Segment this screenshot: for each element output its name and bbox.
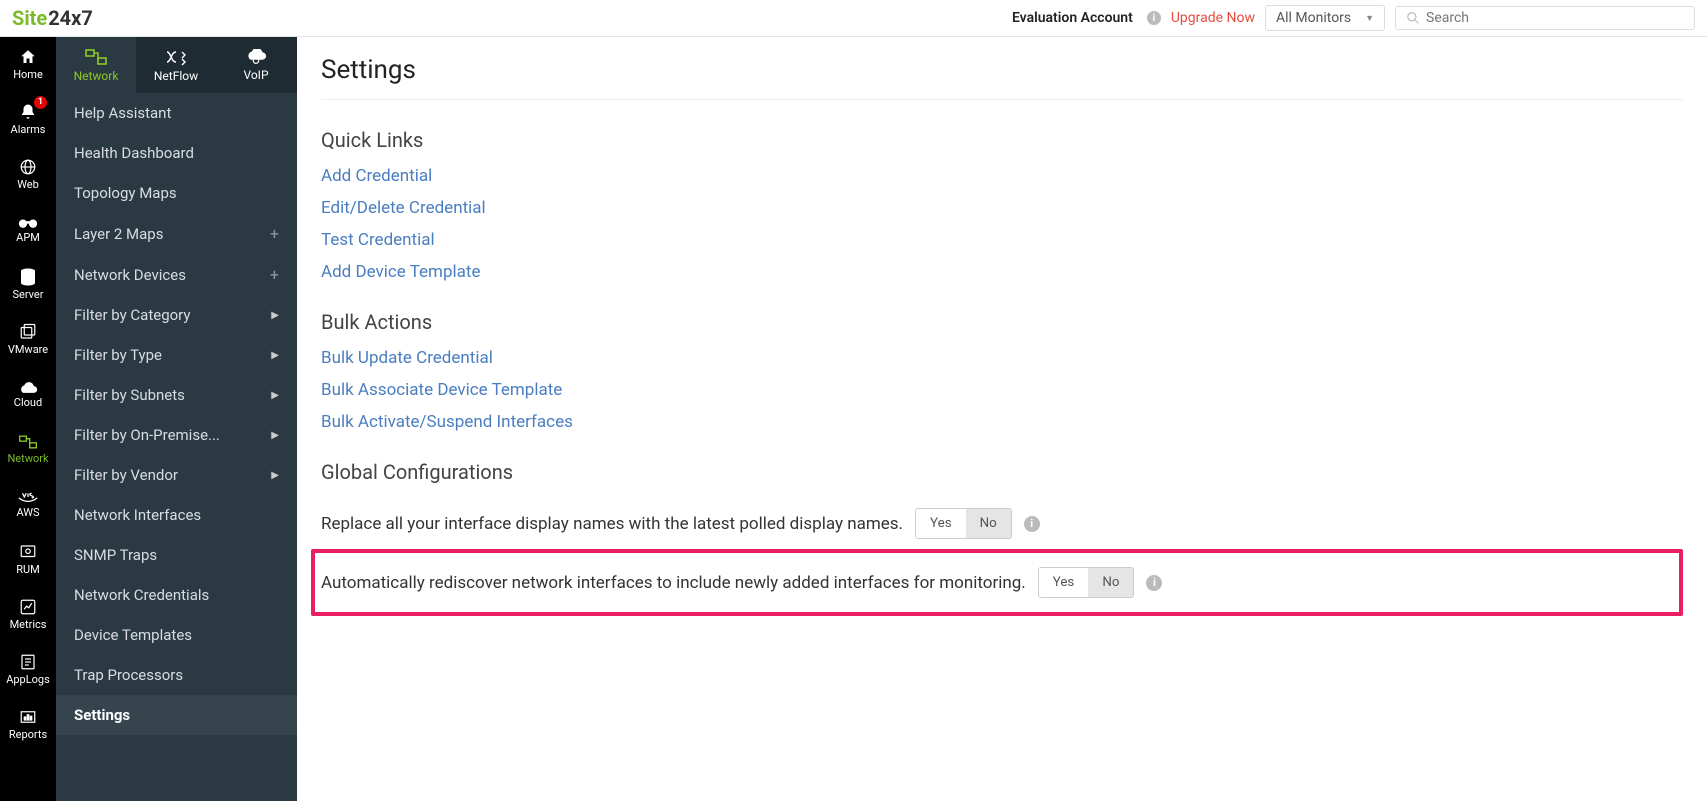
monitor-select[interactable]: All Monitors [1265, 5, 1385, 31]
quick-links-title: Quick Links [321, 128, 1683, 152]
search-box[interactable] [1395, 6, 1695, 30]
toggle-no[interactable]: No [1088, 568, 1133, 597]
toggle-yes[interactable]: Yes [916, 509, 966, 538]
side-list: Help Assistant Health Dashboard Topology… [56, 93, 297, 801]
sidebar-network-credentials[interactable]: Network Credentials [56, 575, 297, 615]
voip-tab-icon [245, 49, 267, 65]
plus-icon[interactable]: + [270, 265, 279, 284]
chevron-right-icon: ▶ [271, 470, 279, 481]
rail-rum[interactable]: RUM [0, 532, 56, 587]
bulk-actions-title: Bulk Actions [321, 310, 1683, 334]
sidebar-network-devices[interactable]: Network Devices+ [56, 254, 297, 295]
left-rail: Home 1 Alarms Web APM Server VMware Clou… [0, 37, 56, 801]
toggle-no[interactable]: No [966, 509, 1011, 538]
binoculars-icon [18, 215, 38, 229]
chevron-right-icon: ▶ [271, 350, 279, 361]
applogs-icon [19, 653, 37, 671]
logo[interactable]: Site 24x7 [12, 6, 93, 30]
chevron-right-icon: ▶ [271, 390, 279, 401]
evaluation-account-label: Evaluation Account [1012, 10, 1133, 26]
rail-web[interactable]: Web [0, 147, 56, 202]
sidebar-trap-processors[interactable]: Trap Processors [56, 655, 297, 695]
chevron-right-icon: ▶ [271, 310, 279, 321]
rail-network[interactable]: Network [0, 422, 56, 477]
link-add-credential[interactable]: Add Credential [321, 166, 1683, 186]
rail-server[interactable]: Server [0, 257, 56, 312]
chevron-right-icon: ▶ [271, 430, 279, 441]
sidebar-filter-category[interactable]: Filter by Category▶ [56, 295, 297, 335]
sub-nav: Network NetFlow VoIP [56, 37, 297, 93]
link-bulk-activate-suspend[interactable]: Bulk Activate/Suspend Interfaces [321, 412, 1683, 432]
sidebar-layer2-maps[interactable]: Layer 2 Maps+ [56, 213, 297, 254]
config-row-replace-names: Replace all your interface display names… [321, 498, 1683, 549]
aws-icon [17, 490, 39, 504]
global-config-title: Global Configurations [321, 460, 1683, 484]
vmware-icon [19, 323, 37, 341]
link-edit-delete-credential[interactable]: Edit/Delete Credential [321, 198, 1683, 218]
side-column: Network NetFlow VoIP Help Assistant Heal… [56, 37, 297, 801]
top-bar: Site 24x7 Evaluation Account i Upgrade N… [0, 0, 1707, 37]
rail-reports[interactable]: Reports [0, 697, 56, 752]
reports-icon [19, 708, 37, 726]
subnav-network[interactable]: Network [56, 37, 136, 93]
sidebar-health-dashboard[interactable]: Health Dashboard [56, 133, 297, 173]
globe-icon [19, 158, 37, 176]
sidebar-device-templates[interactable]: Device Templates [56, 615, 297, 655]
rum-icon [19, 543, 37, 561]
search-icon [1406, 11, 1420, 25]
home-icon [18, 48, 38, 66]
plus-icon[interactable]: + [270, 224, 279, 243]
page-title: Settings [321, 55, 1683, 100]
netflow-tab-icon [164, 48, 188, 66]
sidebar-filter-subnets[interactable]: Filter by Subnets▶ [56, 375, 297, 415]
sidebar-snmp-traps[interactable]: SNMP Traps [56, 535, 297, 575]
rail-applogs[interactable]: AppLogs [0, 642, 56, 697]
link-test-credential[interactable]: Test Credential [321, 230, 1683, 250]
rail-apm[interactable]: APM [0, 202, 56, 257]
link-add-device-template[interactable]: Add Device Template [321, 262, 1683, 282]
sidebar-filter-type[interactable]: Filter by Type▶ [56, 335, 297, 375]
config-label: Replace all your interface display names… [321, 514, 903, 534]
link-bulk-associate-template[interactable]: Bulk Associate Device Template [321, 380, 1683, 400]
search-input[interactable] [1426, 10, 1684, 26]
config-row-rediscover: Automatically rediscover network interfa… [311, 549, 1683, 616]
network-icon [18, 434, 38, 450]
logo-text-b: 24x7 [48, 6, 93, 30]
cloud-icon [18, 380, 38, 394]
main-content: Settings Quick Links Add Credential Edit… [297, 37, 1707, 801]
rail-metrics[interactable]: Metrics [0, 587, 56, 642]
info-icon[interactable]: i [1024, 516, 1040, 532]
upgrade-link[interactable]: Upgrade Now [1171, 10, 1255, 26]
rail-vmware[interactable]: VMware [0, 312, 56, 367]
config-label: Automatically rediscover network interfa… [321, 573, 1026, 593]
server-icon [20, 268, 36, 286]
network-tab-icon [84, 48, 108, 66]
sidebar-help-assistant[interactable]: Help Assistant [56, 93, 297, 133]
sidebar-settings[interactable]: Settings [56, 695, 297, 735]
sidebar-topology-maps[interactable]: Topology Maps [56, 173, 297, 213]
logo-text-a: Site [12, 6, 47, 30]
bulk-actions-list: Bulk Update Credential Bulk Associate De… [321, 348, 1683, 432]
subnav-netflow[interactable]: NetFlow [136, 37, 216, 93]
info-icon[interactable]: i [1147, 11, 1161, 25]
sidebar-network-interfaces[interactable]: Network Interfaces [56, 495, 297, 535]
quick-links-list: Add Credential Edit/Delete Credential Te… [321, 166, 1683, 282]
monitor-select-value: All Monitors [1276, 10, 1351, 26]
link-bulk-update-credential[interactable]: Bulk Update Credential [321, 348, 1683, 368]
toggle-rediscover: Yes No [1038, 567, 1135, 598]
toggle-yes[interactable]: Yes [1039, 568, 1089, 597]
rail-aws[interactable]: AWS [0, 477, 56, 532]
rail-cloud[interactable]: Cloud [0, 367, 56, 422]
subnav-voip[interactable]: VoIP [216, 37, 296, 93]
info-icon[interactable]: i [1146, 575, 1162, 591]
rail-alarms[interactable]: 1 Alarms [0, 92, 56, 147]
metrics-icon [19, 598, 37, 616]
rail-home[interactable]: Home [0, 37, 56, 92]
sidebar-filter-vendor[interactable]: Filter by Vendor▶ [56, 455, 297, 495]
toggle-replace-names: Yes No [915, 508, 1012, 539]
alarms-badge: 1 [34, 96, 47, 109]
sidebar-filter-onpremise[interactable]: Filter by On-Premise...▶ [56, 415, 297, 455]
